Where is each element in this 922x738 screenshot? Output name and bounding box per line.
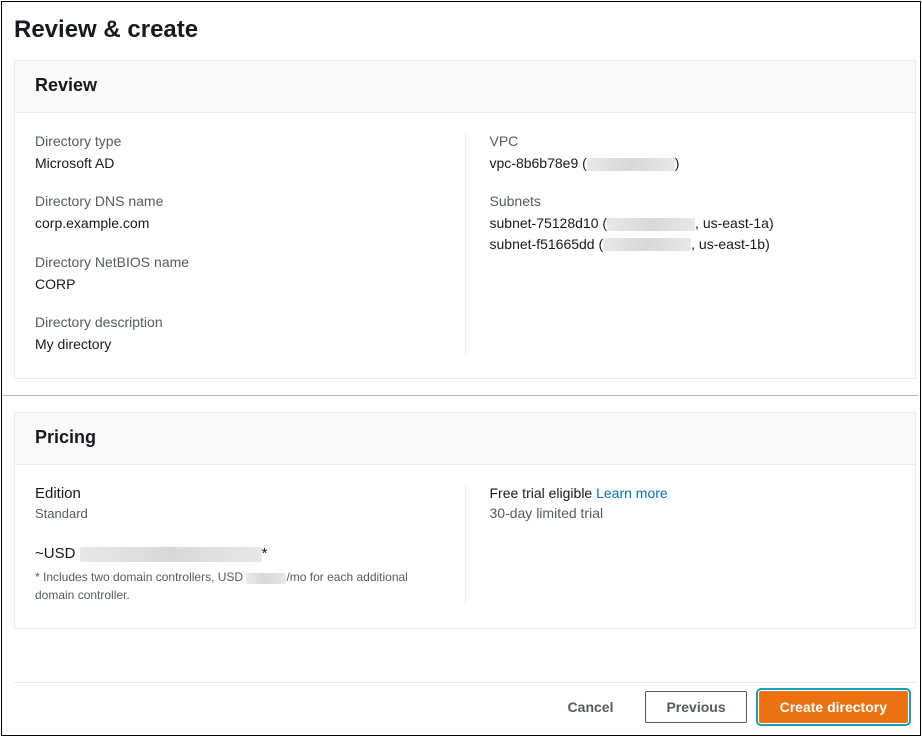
pricing-body: Edition Standard ~USD * * Includes two d… — [15, 465, 915, 628]
dns-name-label: Directory DNS name — [35, 193, 441, 209]
price-footnote: * Includes two domain controllers, USD /… — [35, 568, 415, 604]
subnets-label: Subnets — [490, 193, 896, 209]
subnet-1-suffix: , us-east-1a) — [695, 215, 774, 231]
dns-name-value: corp.example.com — [35, 213, 441, 233]
subnet-2-name-redacted — [603, 238, 691, 251]
pricing-heading: Pricing — [15, 413, 915, 465]
netbios-name-label: Directory NetBIOS name — [35, 254, 441, 270]
pricing-panel: Pricing Edition Standard ~USD * * Includ… — [14, 412, 916, 629]
free-trial-text: Free trial eligible — [490, 485, 597, 501]
price-line: ~USD * — [35, 545, 441, 562]
description-value: My directory — [35, 334, 441, 354]
pricing-left-col: Edition Standard ~USD * * Includes two d… — [35, 485, 466, 604]
pricing-right-col: Free trial eligible Learn more 30-day li… — [466, 485, 896, 604]
price-prefix: ~USD — [35, 545, 80, 562]
free-trial-line: Free trial eligible Learn more — [490, 485, 896, 501]
edition-value: Standard — [35, 506, 441, 521]
cancel-button[interactable]: Cancel — [548, 692, 634, 722]
subnet-1-name-redacted — [607, 218, 695, 231]
subnet-2-value: subnet-f51665dd ( , us-east-1b) — [490, 234, 896, 254]
learn-more-link[interactable]: Learn more — [596, 485, 668, 501]
vpc-id-prefix: vpc-8b6b78e9 ( — [490, 155, 587, 171]
description-field: Directory description My directory — [35, 314, 441, 354]
description-label: Directory description — [35, 314, 441, 330]
netbios-name-field: Directory NetBIOS name CORP — [35, 254, 441, 294]
review-body: Directory type Microsoft AD Directory DN… — [15, 113, 915, 378]
review-panel: Review Directory type Microsoft AD Direc… — [14, 60, 916, 379]
vpc-label: VPC — [490, 133, 896, 149]
review-heading: Review — [15, 61, 915, 113]
edition-label: Edition — [35, 485, 441, 502]
review-right-col: VPC vpc-8b6b78e9 () Subnets subnet-75128… — [466, 133, 896, 354]
netbios-name-value: CORP — [35, 274, 441, 294]
vpc-field: VPC vpc-8b6b78e9 () — [490, 133, 896, 173]
page-title: Review & create — [14, 14, 916, 60]
directory-type-label: Directory type — [35, 133, 441, 149]
section-divider — [2, 395, 918, 396]
subnets-field: Subnets subnet-75128d10 ( , us-east-1a) s… — [490, 193, 896, 254]
create-directory-button[interactable]: Create directory — [759, 691, 908, 723]
actions-bar: Cancel Previous Create directory — [14, 682, 916, 723]
subnet-2-prefix: subnet-f51665dd ( — [490, 236, 604, 252]
dns-name-field: Directory DNS name corp.example.com — [35, 193, 441, 233]
edition-field: Edition Standard — [35, 485, 441, 521]
footnote-price-redacted — [246, 573, 286, 584]
previous-button[interactable]: Previous — [645, 691, 746, 723]
directory-type-field: Directory type Microsoft AD — [35, 133, 441, 173]
footnote-prefix: * Includes two domain controllers, USD — [35, 570, 246, 584]
vpc-value: vpc-8b6b78e9 () — [490, 153, 896, 173]
price-suffix: * — [262, 545, 268, 562]
directory-type-value: Microsoft AD — [35, 153, 441, 173]
subnet-2-suffix: , us-east-1b) — [691, 236, 770, 252]
subnet-1-prefix: subnet-75128d10 ( — [490, 215, 608, 231]
subnet-1-value: subnet-75128d10 ( , us-east-1a) — [490, 213, 896, 233]
review-left-col: Directory type Microsoft AD Directory DN… — [35, 133, 466, 354]
vpc-id-suffix: ) — [675, 155, 680, 171]
trial-subtext: 30-day limited trial — [490, 505, 896, 521]
page-container: Review & create Review Directory type Mi… — [1, 1, 921, 736]
vpc-name-redacted — [587, 158, 675, 171]
price-redacted — [80, 547, 262, 562]
